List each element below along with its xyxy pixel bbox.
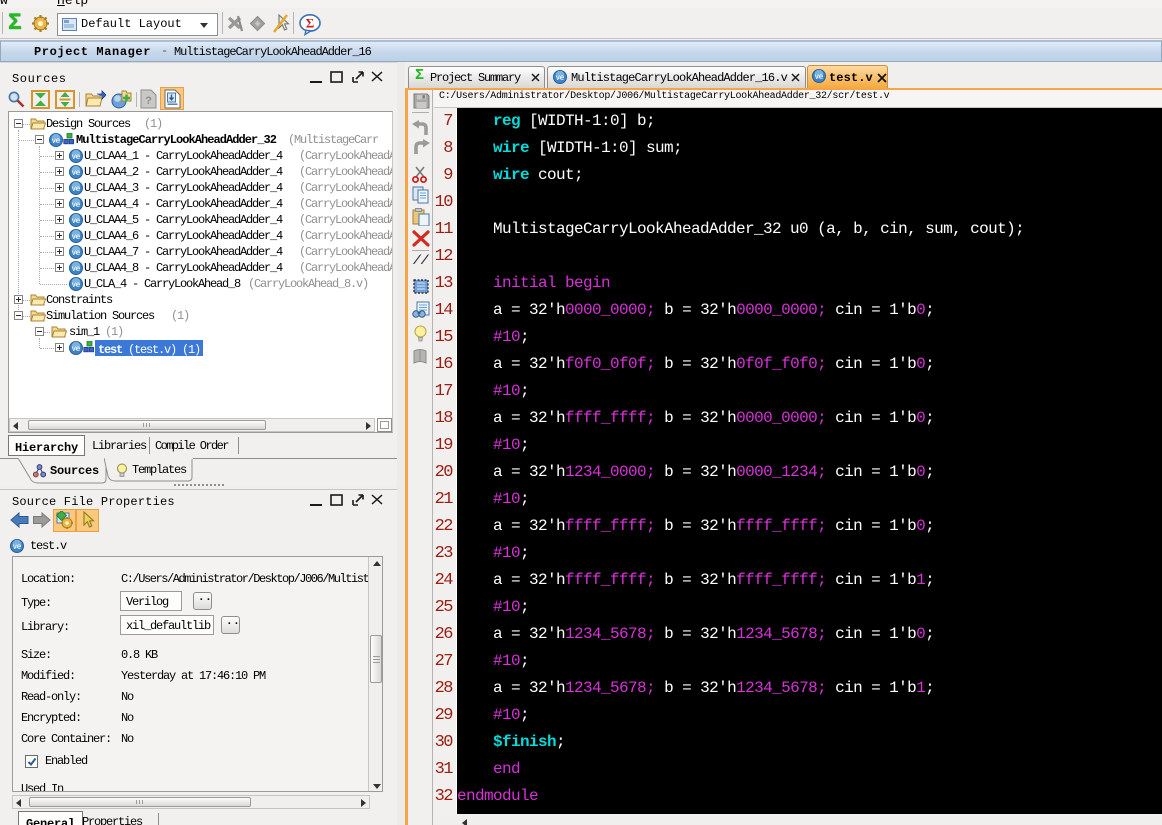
svg-text:ve: ve xyxy=(72,168,81,177)
svg-text:ve: ve xyxy=(72,344,81,353)
svg-text:ve: ve xyxy=(52,136,61,145)
svg-text:ve: ve xyxy=(556,73,565,82)
svg-text:ve: ve xyxy=(72,232,81,241)
svg-text:ve: ve xyxy=(72,248,81,257)
svg-text:ve: ve xyxy=(72,280,81,289)
svg-text:ve: ve xyxy=(72,184,81,193)
svg-text:ve: ve xyxy=(13,542,22,551)
svg-text:?: ? xyxy=(145,95,152,107)
svg-text:ve: ve xyxy=(815,72,824,81)
svg-text:ve: ve xyxy=(72,200,81,209)
svg-text:ve: ve xyxy=(72,152,81,161)
svg-text:ve: ve xyxy=(72,264,81,273)
svg-text:ve: ve xyxy=(72,216,81,225)
svg-text:Σ: Σ xyxy=(306,16,315,31)
